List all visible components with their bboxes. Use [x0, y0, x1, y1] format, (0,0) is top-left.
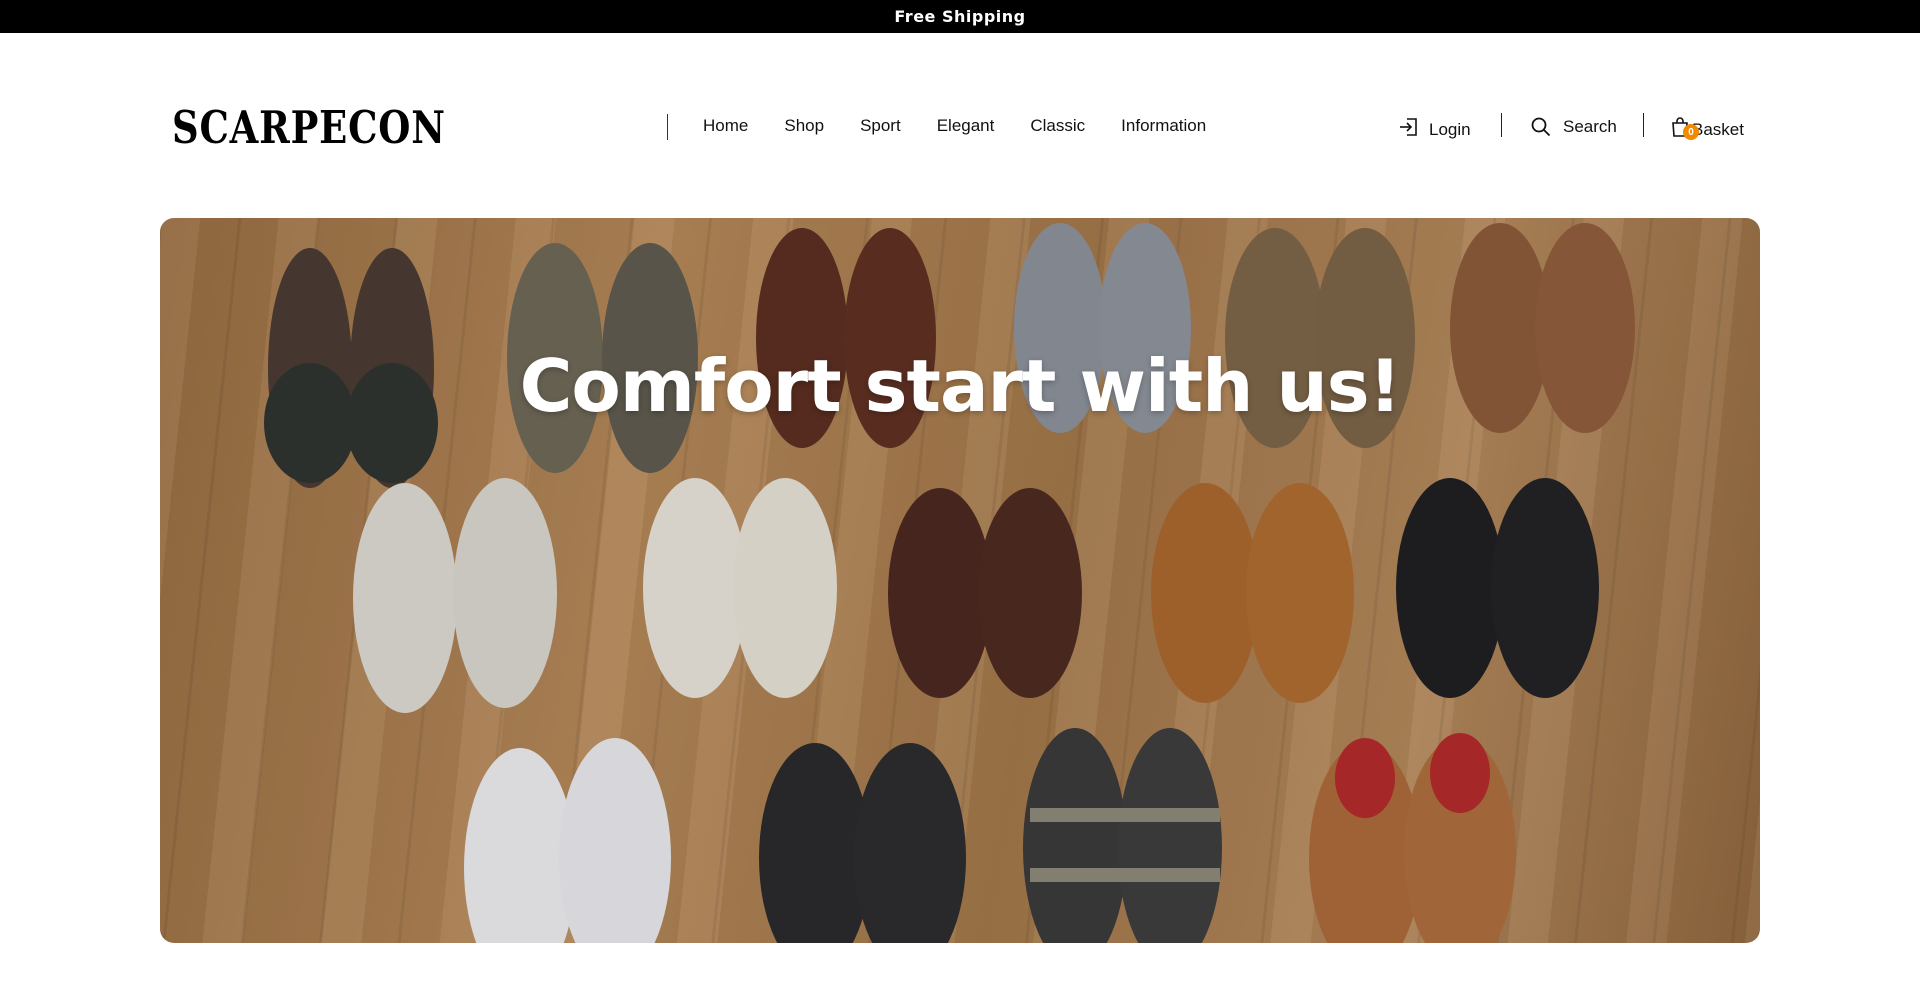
utility-divider [1501, 113, 1502, 137]
nav-sport[interactable]: Sport [860, 114, 901, 138]
store-logo[interactable]: SCARPECON [172, 100, 445, 156]
login-label: Login [1429, 120, 1471, 139]
nav-home[interactable]: Home [703, 114, 748, 138]
basket-label: Basket [1692, 120, 1744, 139]
utility-divider [1643, 113, 1644, 137]
basket-count-badge: 0 [1683, 124, 1699, 140]
nav-shop[interactable]: Shop [784, 114, 824, 138]
login-button[interactable]: Login [1398, 112, 1471, 142]
search-label: Search [1563, 117, 1617, 136]
search-button[interactable]: Search [1530, 112, 1617, 142]
login-icon [1398, 116, 1420, 138]
basket-button[interactable]: Basket [1670, 112, 1744, 142]
search-icon [1530, 116, 1552, 138]
nav-classic[interactable]: Classic [1030, 114, 1085, 138]
nav-elegant[interactable]: Elegant [937, 114, 995, 138]
main-nav: Home Shop Sport Elegant Classic Informat… [703, 114, 1242, 138]
hero-title: Comfort start with us! [519, 344, 1402, 428]
announcement-bar: Free Shipping [0, 0, 1920, 33]
hero-shoes-image [160, 218, 1760, 943]
announcement-text: Free Shipping [894, 7, 1026, 26]
hero-banner: Comfort start with us! [160, 218, 1760, 943]
nav-information[interactable]: Information [1121, 114, 1206, 138]
nav-divider [667, 114, 668, 140]
